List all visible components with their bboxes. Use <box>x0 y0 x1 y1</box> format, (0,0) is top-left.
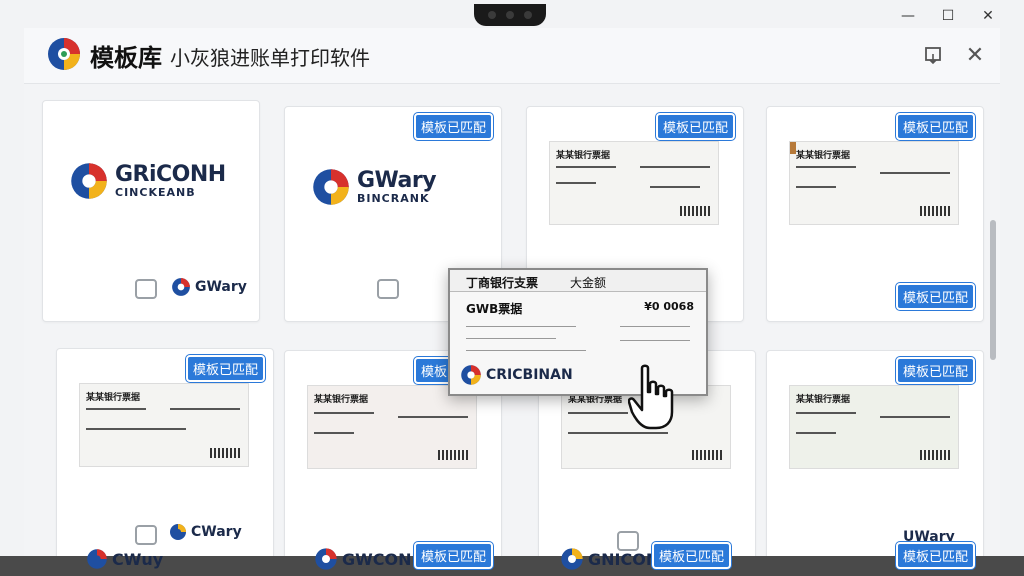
preview-type: 大金额 <box>570 276 607 290</box>
close-icon: ✕ <box>982 8 994 24</box>
brand-logo-icon <box>71 163 107 199</box>
export-button[interactable] <box>920 42 946 68</box>
ticket-preview: 某某银行票据 <box>307 385 477 469</box>
ticket-preview: 某某银行票据 <box>789 141 959 225</box>
brand-logo-icon <box>561 548 583 570</box>
brand-name: GWary <box>357 167 437 193</box>
ticket-preview: 某某银行票据 <box>79 383 249 467</box>
hand-pointer-icon <box>628 364 674 430</box>
brand-logo-icon <box>315 548 337 570</box>
preview-number: GWB票据 <box>466 302 523 316</box>
preview-brand: CRICBINAN <box>460 364 573 386</box>
ticket-preview: 某某银行票据 <box>549 141 719 225</box>
matched-badge: 模板已匹配 <box>413 113 493 140</box>
matched-badge: 模板已匹配 <box>895 357 975 384</box>
select-checkbox[interactable] <box>135 279 157 299</box>
app-window: — ☐ ✕ 模板库 小灰狼进账单打印软件 ✕ GRiCONH CINCKEANB <box>0 0 1024 576</box>
ticket-preview: 某某银行票据 <box>789 385 959 469</box>
template-card[interactable]: 模板已匹配 某某银行票据 CWary <box>56 348 274 570</box>
card-brand: GWary BINCRANK <box>311 167 437 207</box>
matched-badge: 模板已匹配 <box>896 542 976 569</box>
export-icon <box>925 47 941 64</box>
matched-badge: 模板已匹配 <box>652 542 732 569</box>
preview-header: 丁商银行支票 大金额 <box>450 270 706 292</box>
ticket-title: 某某银行票据 <box>556 151 611 161</box>
bottom-brand-name: GWCONH <box>342 549 425 569</box>
brand-sub: BINCRANK <box>357 191 430 205</box>
minimize-icon: — <box>901 8 915 24</box>
template-card[interactable]: GRiCONH CINCKEANB GWary <box>42 100 260 322</box>
brand-logo-icon <box>172 278 190 296</box>
card-brand: GRiCONH CINCKEANB <box>69 161 226 201</box>
window-close-button[interactable]: ✕ <box>976 6 1000 26</box>
template-card[interactable]: 模板已匹配 某某银行票据 UWary <box>766 350 984 572</box>
select-checkbox[interactable] <box>377 279 399 299</box>
minimize-button[interactable]: — <box>896 6 920 26</box>
maximize-icon: ☐ <box>941 8 955 24</box>
app-logo-icon <box>48 38 80 70</box>
bottom-brand: CWuy <box>86 542 163 576</box>
ticket-title: 某某银行票据 <box>314 395 369 405</box>
matched-badge: 模板已匹配 <box>895 113 975 140</box>
mini-brand-name: CWary <box>191 524 242 540</box>
preview-brand-name: CRICBINAN <box>486 367 573 383</box>
ticket-title: 某某银行票据 <box>796 151 851 161</box>
preview-code: ¥0 0068 <box>644 300 694 313</box>
close-icon: ✕ <box>965 42 985 68</box>
header: 模板库 小灰狼进账单打印软件 ✕ <box>24 28 1000 84</box>
app-subtitle: 小灰狼进账单打印软件 <box>170 46 370 70</box>
brand-sub: CINCKEANB <box>115 185 196 199</box>
brand-name: GRiCONH <box>115 161 226 187</box>
brand-logo-icon <box>170 524 186 540</box>
mini-brand-name: GWary <box>195 279 247 295</box>
ticket-title: 某某银行票据 <box>796 395 851 405</box>
bottom-brand: GWCONH <box>314 542 425 576</box>
preview-bank-name: 丁商银行支票 <box>466 276 539 290</box>
matched-badge: 模板已匹配 <box>414 542 494 569</box>
bottom-brand-name: CWuy <box>112 549 164 569</box>
maximize-button[interactable]: ☐ <box>936 6 960 26</box>
camera-notch <box>474 4 546 26</box>
matched-badge: 模板已匹配 <box>185 355 265 382</box>
matched-badge: 模板已匹配 <box>895 283 975 310</box>
brand-logo-icon <box>313 169 349 205</box>
panel-close-button[interactable]: ✕ <box>962 42 988 68</box>
brand-logo-icon <box>461 365 481 385</box>
scrollbar-thumb[interactable] <box>990 220 996 360</box>
matched-badge: 模板已匹配 <box>655 113 735 140</box>
mini-brand: CWary <box>169 523 242 541</box>
ticket-title: 某某银行票据 <box>86 393 141 403</box>
brand-logo-icon <box>87 549 107 569</box>
page-title: 模板库 <box>90 44 162 72</box>
template-card[interactable]: 模板已匹配 某某银行票据 模板已匹配 <box>766 106 984 322</box>
mini-brand: GWary <box>171 277 247 297</box>
